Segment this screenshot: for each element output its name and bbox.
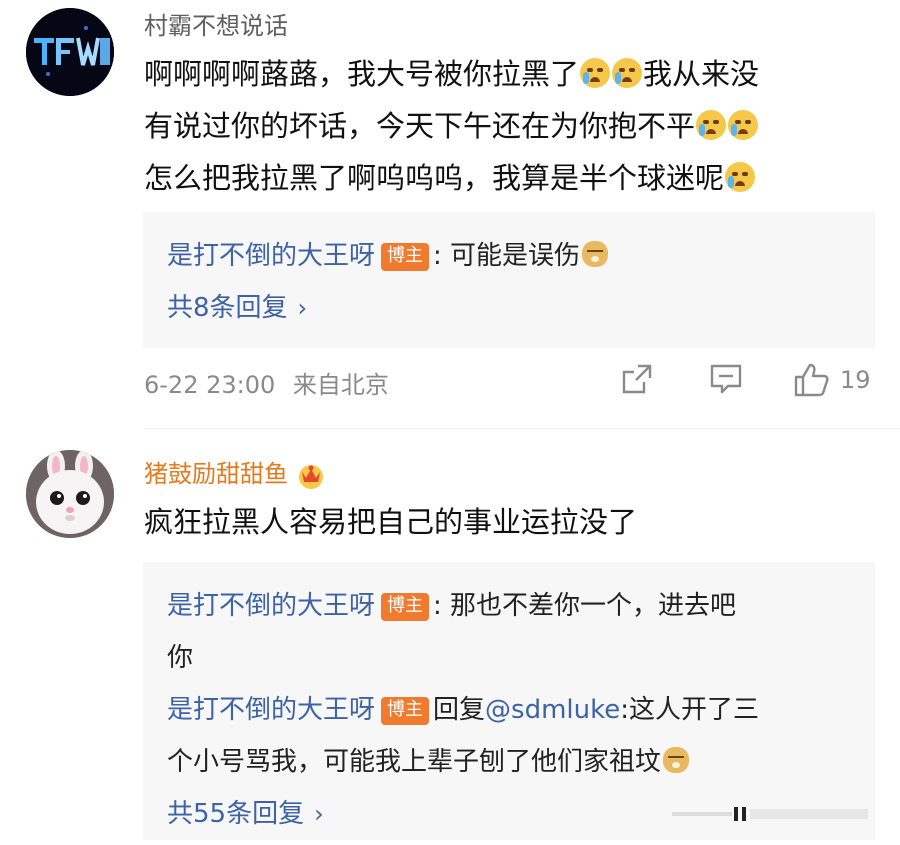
reply-preview-box[interactable]: 是打不倒的大王呀 博主: 那也不差你一个，进去吧 你 是打不倒的大王呀 博主 回复@s… bbox=[143, 562, 875, 840]
comment-text-segment: 怎么把我拉黑了啊呜呜呜，我算是半个球迷呢 bbox=[144, 161, 725, 195]
crying-emoji-icon bbox=[696, 110, 727, 140]
timestamp: 6-22 23:00 bbox=[144, 371, 276, 399]
username[interactable]: 村霸不想说话 bbox=[144, 6, 288, 41]
mention-link[interactable]: @sdmluke bbox=[485, 695, 620, 725]
watermark-stripes bbox=[672, 807, 868, 821]
reply-item: 是打不倒的大王呀 博主: 那也不差你一个，进去吧 你 bbox=[167, 580, 851, 684]
reply-username[interactable]: 是打不倒的大王呀 bbox=[167, 591, 375, 621]
like-count: 19 bbox=[840, 366, 871, 394]
doge-emoji-icon bbox=[663, 747, 690, 773]
reply-text: :这人开了三 bbox=[620, 695, 760, 725]
crying-emoji-icon bbox=[728, 110, 759, 140]
crying-emoji-icon bbox=[612, 58, 643, 88]
reply-item: 是打不倒的大王呀 博主: 可能是误伤 bbox=[167, 230, 851, 282]
location: 来自北京 bbox=[292, 371, 389, 399]
share-icon bbox=[622, 364, 652, 394]
reply-username[interactable]: 是打不倒的大王呀 bbox=[167, 695, 375, 725]
avatar[interactable] bbox=[26, 8, 114, 96]
reply-item: 是打不倒的大王呀 博主 回复@sdmluke:这人开了三 个小号骂我，可能我上辈子刨… bbox=[167, 684, 851, 788]
thumbs-up-icon bbox=[794, 363, 829, 397]
author-badge: 博主 bbox=[381, 697, 430, 725]
author-badge: 博主 bbox=[381, 593, 430, 621]
comment-meta: 6-22 23:00 来自北京 bbox=[144, 365, 389, 400]
username[interactable]: 猪鼓励甜甜鱼 bbox=[144, 454, 326, 490]
crown-badge-icon bbox=[299, 465, 323, 489]
chevron-right-icon: › bbox=[314, 800, 324, 828]
comment-text-segment: 啊啊啊啊蕗蕗，我大号被你拉黑了 bbox=[144, 57, 580, 91]
reply-text: : 那也不差你一个，进去吧 bbox=[433, 591, 737, 621]
crying-emoji-icon bbox=[725, 162, 756, 192]
reply-text: : 可能是误伤 bbox=[433, 241, 581, 271]
reply-text: 你 bbox=[167, 643, 194, 673]
reply-prefix: 回复 bbox=[433, 695, 486, 725]
comment-icon bbox=[710, 364, 742, 394]
comment-text: 疯狂拉黑人容易把自己的事业运拉没了 bbox=[144, 505, 638, 539]
like-button[interactable]: 19 bbox=[792, 362, 871, 398]
divider bbox=[144, 428, 900, 429]
doge-emoji-icon bbox=[582, 241, 609, 267]
action-bar: 19 bbox=[600, 362, 890, 412]
more-replies-label: 共8条回复 bbox=[167, 293, 288, 323]
comment-text-segment: 有说过你的坏话，今天下午还在为你抱不平 bbox=[144, 109, 696, 143]
author-badge: 博主 bbox=[381, 243, 430, 271]
chevron-right-icon: › bbox=[297, 294, 308, 322]
share-button[interactable] bbox=[620, 362, 654, 396]
reply-text: 个小号骂我，可能我上辈子刨了他们家祖坟 bbox=[167, 747, 662, 777]
comment-text-segment: 我从来没 bbox=[643, 57, 760, 91]
avatar-neon-sign-icon bbox=[26, 8, 114, 96]
username-label: 猪鼓励甜甜鱼 bbox=[144, 460, 288, 488]
comment-text: 啊啊啊啊蕗蕗，我大号被你拉黑了 我从来没 有说过你的坏话，今天下午还在为你抱不平 … bbox=[144, 48, 874, 204]
avatar-white-rabbit-icon bbox=[26, 450, 114, 538]
reply-preview-box[interactable]: 是打不倒的大王呀 博主: 可能是误伤 共8条回复 › bbox=[143, 212, 875, 348]
comment-button[interactable] bbox=[708, 362, 744, 396]
avatar[interactable] bbox=[26, 450, 114, 538]
crying-emoji-icon bbox=[580, 58, 611, 88]
more-replies-link[interactable]: 共8条回复 › bbox=[167, 282, 851, 334]
more-replies-label: 共55条回复 bbox=[167, 799, 305, 829]
reply-username[interactable]: 是打不倒的大王呀 bbox=[167, 241, 375, 271]
